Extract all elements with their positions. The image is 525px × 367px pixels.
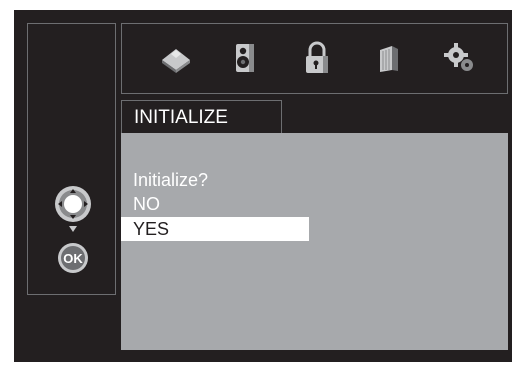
dpad-icon	[52, 185, 94, 233]
lock-icon[interactable]	[299, 40, 335, 76]
option-yes[interactable]: YES	[121, 217, 309, 241]
menu-icon-bar	[121, 23, 508, 94]
ok-label: OK	[63, 251, 83, 266]
books-icon[interactable]	[372, 40, 408, 76]
gear-icon[interactable]	[442, 40, 478, 76]
speaker-icon[interactable]	[227, 40, 263, 76]
option-no[interactable]: NO	[121, 192, 309, 216]
menu-content-panel: Initialize? NO YES	[121, 133, 508, 350]
language-icon[interactable]	[158, 40, 194, 76]
ok-button-icon: OK	[57, 242, 89, 274]
initialize-question: Initialize?	[133, 170, 209, 190]
tab-initialize: INITIALIZE	[121, 100, 282, 133]
